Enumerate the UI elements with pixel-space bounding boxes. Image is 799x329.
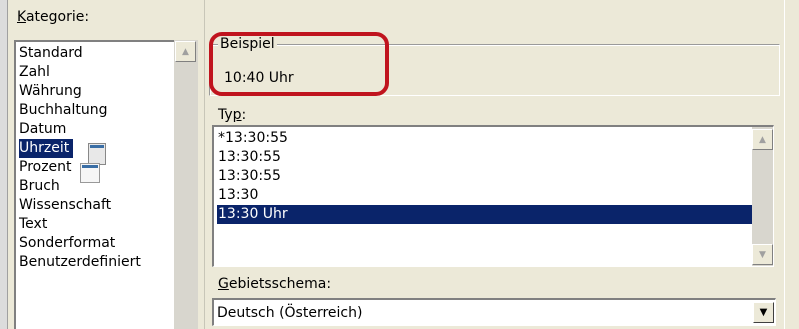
- drag-window-icon: [80, 163, 100, 183]
- scroll-up-arrow-icon[interactable]: ▲: [752, 129, 773, 150]
- category-item-uhrzeit[interactable]: Uhrzeit: [19, 139, 74, 158]
- category-item-zahl[interactable]: Zahl: [19, 63, 50, 82]
- locale-value: Deutsch (Österreich): [217, 305, 363, 321]
- type-item[interactable]: *13:30:55: [217, 129, 754, 148]
- category-item-buchhaltung[interactable]: Buchhaltung: [19, 101, 108, 120]
- locale-label: Gebietsschema:: [218, 276, 332, 292]
- right-border: [784, 0, 799, 329]
- category-item-text[interactable]: Text: [19, 215, 47, 234]
- type-item[interactable]: 13:30:55: [217, 167, 754, 186]
- category-label: Kategorie:: [17, 9, 90, 25]
- highlight-annotation: [209, 32, 389, 96]
- category-scrollbar[interactable]: [174, 40, 198, 329]
- type-scrollbar[interactable]: ▲ ▼: [752, 127, 773, 266]
- category-item-datum[interactable]: Datum: [19, 120, 66, 139]
- category-item-prozent[interactable]: Prozent: [19, 158, 72, 177]
- category-item-waehrung[interactable]: Währung: [19, 82, 82, 101]
- category-item-bruch[interactable]: Bruch: [19, 177, 60, 196]
- category-item-sonderformat[interactable]: Sonderformat: [19, 234, 115, 253]
- locale-dropdown[interactable]: Deutsch (Österreich) ▼: [212, 298, 776, 326]
- left-border: [0, 0, 8, 329]
- category-item-standard[interactable]: Standard: [19, 44, 83, 63]
- dropdown-arrow-icon[interactable]: ▼: [753, 302, 774, 323]
- category-list[interactable]: Standard Zahl Währung Buchhaltung Datum …: [14, 40, 198, 329]
- type-item[interactable]: 13:30: [217, 186, 754, 205]
- drag-window-icon: [88, 143, 106, 165]
- type-item[interactable]: 13:30:55: [217, 148, 754, 167]
- scroll-down-arrow-icon[interactable]: ▼: [752, 244, 773, 265]
- type-list[interactable]: *13:30:55 13:30:55 13:30:55 13:30 13:30 …: [212, 125, 774, 267]
- type-item-selected[interactable]: 13:30 Uhr: [217, 205, 754, 224]
- category-item-benutzerdefiniert[interactable]: Benutzerdefiniert: [19, 253, 141, 272]
- divider: [204, 0, 205, 329]
- category-item-wissenschaft[interactable]: Wissenschaft: [19, 196, 111, 215]
- scroll-up-arrow-icon[interactable]: ▲: [175, 41, 196, 62]
- type-label: Typ:: [218, 107, 247, 123]
